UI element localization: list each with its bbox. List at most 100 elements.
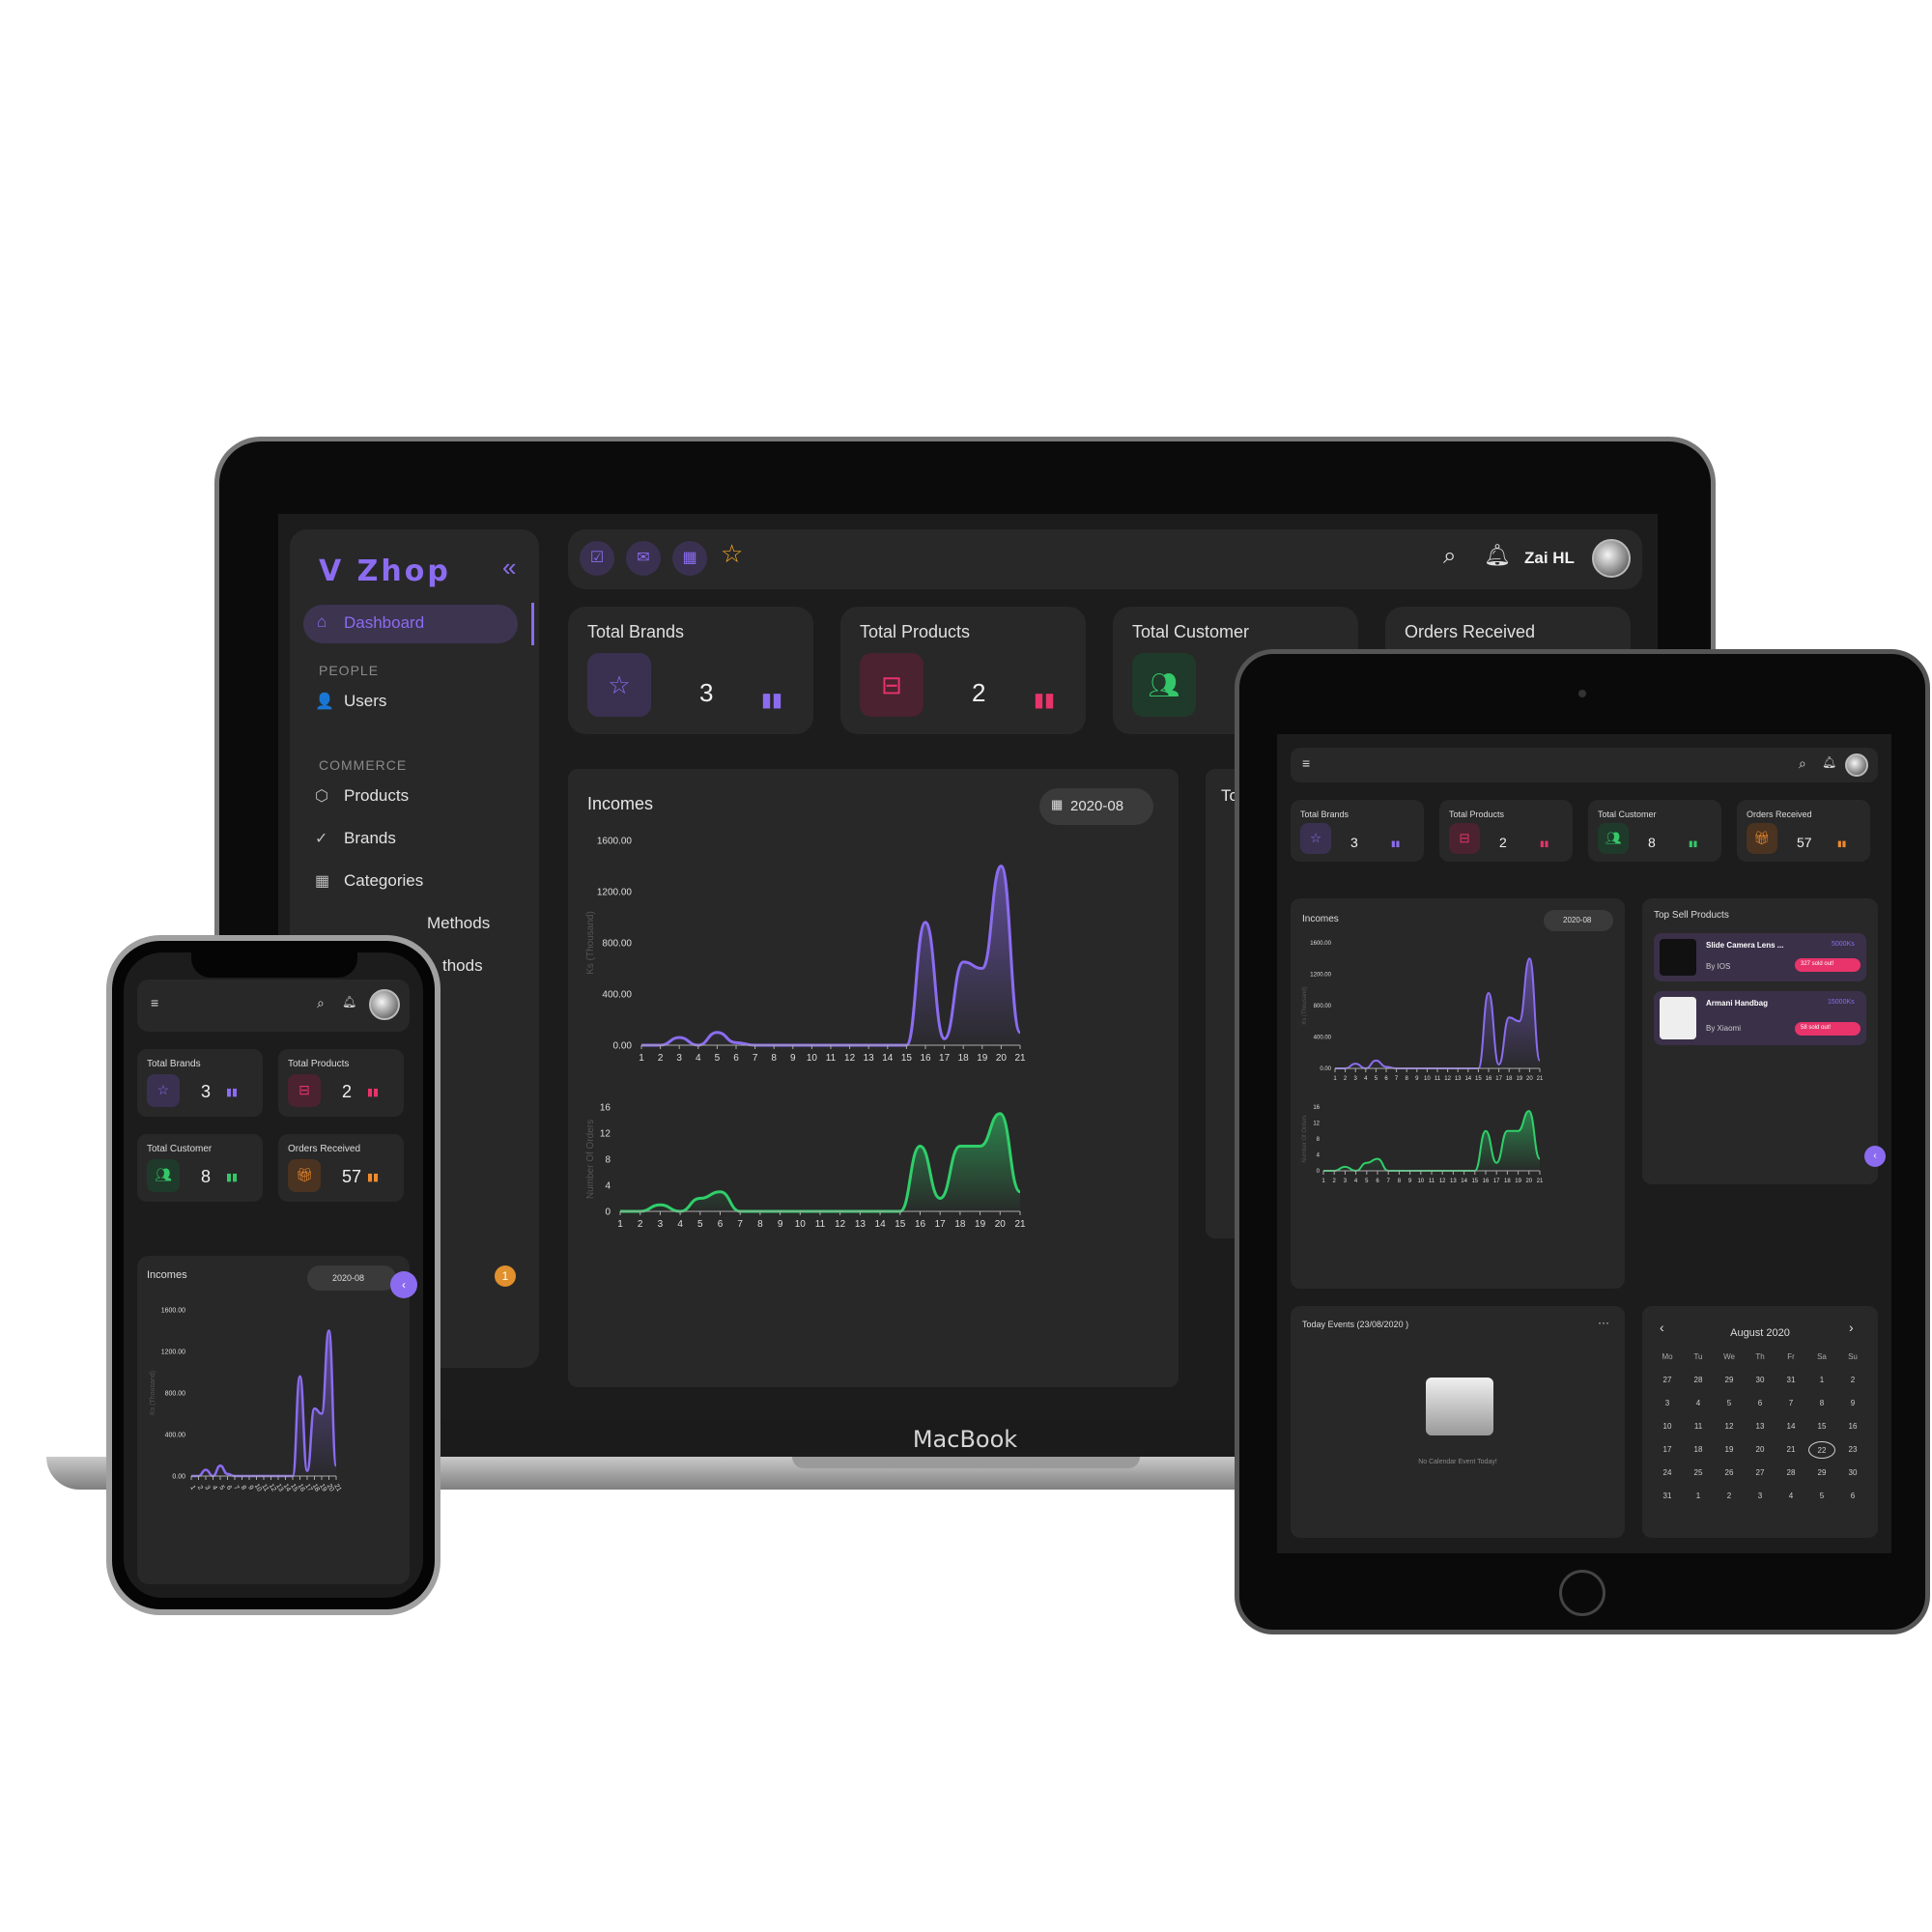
bell-icon[interactable]: 🔔︎ — [1822, 755, 1836, 769]
calendar-day[interactable]: 29 — [1716, 1372, 1743, 1389]
calendar-day[interactable]: 17 — [1654, 1441, 1681, 1459]
calendar-day[interactable]: 5 — [1808, 1488, 1835, 1505]
calendar-day[interactable]: 1 — [1808, 1372, 1835, 1389]
weekday-label: Th — [1755, 1352, 1765, 1361]
calendar-day[interactable]: 23 — [1839, 1441, 1866, 1459]
notification-badge[interactable]: 1 — [495, 1265, 516, 1287]
calendar-day[interactable]: 1 — [1685, 1488, 1712, 1505]
avatar[interactable] — [1845, 753, 1868, 777]
menu-icon[interactable]: ≡ — [151, 995, 158, 1010]
calendar-day[interactable]: 25 — [1685, 1464, 1712, 1482]
calendar-day[interactable]: 4 — [1777, 1488, 1804, 1505]
calendar-day[interactable]: 28 — [1777, 1464, 1804, 1482]
settings-toggle[interactable]: ‹ — [1864, 1146, 1886, 1167]
calendar-day[interactable]: 30 — [1747, 1372, 1774, 1389]
user-name[interactable]: Zai HL — [1524, 549, 1575, 568]
calendar-day[interactable]: 16 — [1839, 1418, 1866, 1435]
month-picker[interactable]: 2020-08 — [307, 1265, 396, 1291]
calendar-day[interactable]: 30 — [1839, 1464, 1866, 1482]
calendar-day[interactable]: 2 — [1839, 1372, 1866, 1389]
stat-title: Total Brands — [147, 1059, 201, 1069]
x-tick-label: 9 — [778, 1219, 783, 1230]
x-tick-label: 13 — [1455, 1076, 1462, 1082]
calendar-day[interactable]: 12 — [1716, 1418, 1743, 1435]
calendar-day[interactable]: 19 — [1716, 1441, 1743, 1459]
x-tick-label: 1 — [639, 1053, 644, 1064]
calendar-day[interactable]: 18 — [1685, 1441, 1712, 1459]
search-icon[interactable]: ⌕ — [317, 995, 325, 1011]
star-icon[interactable]: ☆ — [721, 539, 743, 569]
calendar-icon[interactable]: ▦ — [672, 541, 707, 576]
tablet-home-button[interactable] — [1559, 1570, 1605, 1616]
stat-card[interactable]: Total Brands ☆ 3 ▮▮ — [1291, 800, 1424, 862]
settings-toggle[interactable]: ‹ — [390, 1271, 417, 1298]
calendar-day[interactable]: 3 — [1654, 1395, 1681, 1412]
mail-icon[interactable]: ✉ — [626, 541, 661, 576]
y-tick-label: 400.00 — [165, 1432, 186, 1438]
sidebar-item-users[interactable]: Users — [344, 692, 386, 711]
calendar-day[interactable]: 31 — [1654, 1488, 1681, 1505]
calendar-day[interactable]: 14 — [1777, 1418, 1804, 1435]
x-tick-label: 15 — [1475, 1076, 1482, 1082]
stat-card[interactable]: Total Products ⊟ 2 ▮▮ — [1439, 800, 1573, 862]
calendar-day[interactable]: 13 — [1747, 1418, 1774, 1435]
calendar-day[interactable]: 15 — [1808, 1418, 1835, 1435]
stat-card[interactable]: Total Products ⊟ 2 ▮▮ — [278, 1049, 404, 1117]
avatar[interactable] — [369, 989, 400, 1020]
calendar-day[interactable]: 24 — [1654, 1464, 1681, 1482]
calendar-day[interactable]: 7 — [1777, 1395, 1804, 1412]
stat-card-brands[interactable]: Total Brands ☆ 3 ▮▮ — [568, 607, 813, 734]
sidebar-item-products[interactable]: Products — [344, 786, 409, 806]
calendar-day[interactable]: 4 — [1685, 1395, 1712, 1412]
stat-card[interactable]: Total Customer 👥︎ 8 ▮▮ — [1588, 800, 1721, 862]
calendar-day[interactable]: 20 — [1747, 1441, 1774, 1459]
brand-logo[interactable]: V Zhop — [319, 554, 451, 588]
calendar-day[interactable]: 5 — [1716, 1395, 1743, 1412]
month-picker[interactable]: ▦ 2020-08 — [1039, 788, 1153, 825]
calendar-day[interactable]: 26 — [1716, 1464, 1743, 1482]
calendar-day[interactable]: 27 — [1747, 1464, 1774, 1482]
bell-icon[interactable]: 🔔︎ — [1484, 543, 1511, 568]
calendar-day-today[interactable]: 22 — [1808, 1441, 1835, 1459]
calendar-day[interactable]: 2 — [1716, 1488, 1743, 1505]
calendar-day[interactable]: 21 — [1777, 1441, 1804, 1459]
calendar-day[interactable]: 27 — [1654, 1372, 1681, 1389]
x-tick-label: 19 — [1516, 1076, 1522, 1082]
product-item[interactable]: Slide Camera Lens ... By IOS 5000Ks 327 … — [1654, 933, 1866, 981]
incomes-title: Incomes — [587, 794, 654, 813]
search-icon[interactable]: ⌕ — [1443, 543, 1456, 570]
tablet-top-bar: ≡ ⌕ 🔔︎ — [1291, 748, 1878, 782]
sidebar-item-dashboard[interactable]: ⌂ Dashboard — [303, 605, 518, 643]
menu-icon[interactable]: ≡ — [1302, 755, 1310, 771]
calendar-day[interactable]: 10 — [1654, 1418, 1681, 1435]
calendar-day[interactable]: 28 — [1685, 1372, 1712, 1389]
stat-card-products[interactable]: Total Products ⊟ 2 ▮▮ — [840, 607, 1086, 734]
sidebar-item-categories[interactable]: Categories — [344, 871, 423, 891]
product-item[interactable]: Armani Handbag By Xiaomi 15000Ks 58 sold… — [1654, 991, 1866, 1045]
stat-card[interactable]: Total Customer 👥︎ 8 ▮▮ — [137, 1134, 263, 1202]
collapse-sidebar-icon[interactable]: « — [502, 553, 516, 582]
sidebar-item-brands[interactable]: Brands — [344, 829, 396, 848]
stat-card[interactable]: Total Brands ☆ 3 ▮▮ — [137, 1049, 263, 1117]
sidebar-item-methods-2[interactable]: thods — [442, 956, 483, 976]
more-icon[interactable]: ··· — [1598, 1316, 1609, 1329]
calendar-day[interactable]: 3 — [1747, 1488, 1774, 1505]
calendar-day[interactable]: 31 — [1777, 1372, 1804, 1389]
search-icon[interactable]: ⌕ — [1799, 755, 1806, 772]
tasks-icon[interactable]: ☑ — [580, 541, 614, 576]
month-picker[interactable]: 2020-08 — [1544, 910, 1613, 931]
calendar-day[interactable]: 6 — [1839, 1488, 1866, 1505]
calendar-day[interactable]: 29 — [1808, 1464, 1835, 1482]
bell-icon[interactable]: 🔔︎ — [342, 995, 356, 1009]
next-month-icon[interactable]: › — [1849, 1320, 1854, 1335]
calendar-day[interactable]: 8 — [1808, 1395, 1835, 1412]
calendar-day[interactable]: 11 — [1685, 1418, 1712, 1435]
bag-icon: ⊟ — [288, 1074, 321, 1107]
avatar[interactable] — [1592, 539, 1631, 578]
calendar-day[interactable]: 9 — [1839, 1395, 1866, 1412]
sidebar-item-methods[interactable]: Methods — [427, 914, 490, 933]
calendar-day[interactable]: 6 — [1747, 1395, 1774, 1412]
tablet-incomes-chart: 1 2 3 4 5 6 7 8 9 10 11 12 13 14 15 16 17 18 19 20 210.00400… — [1302, 941, 1544, 1184]
stat-card[interactable]: Orders Received 🎁︎ 57 ▮▮ — [1737, 800, 1870, 862]
stat-card[interactable]: Orders Received 🎁︎ 57 ▮▮ — [278, 1134, 404, 1202]
